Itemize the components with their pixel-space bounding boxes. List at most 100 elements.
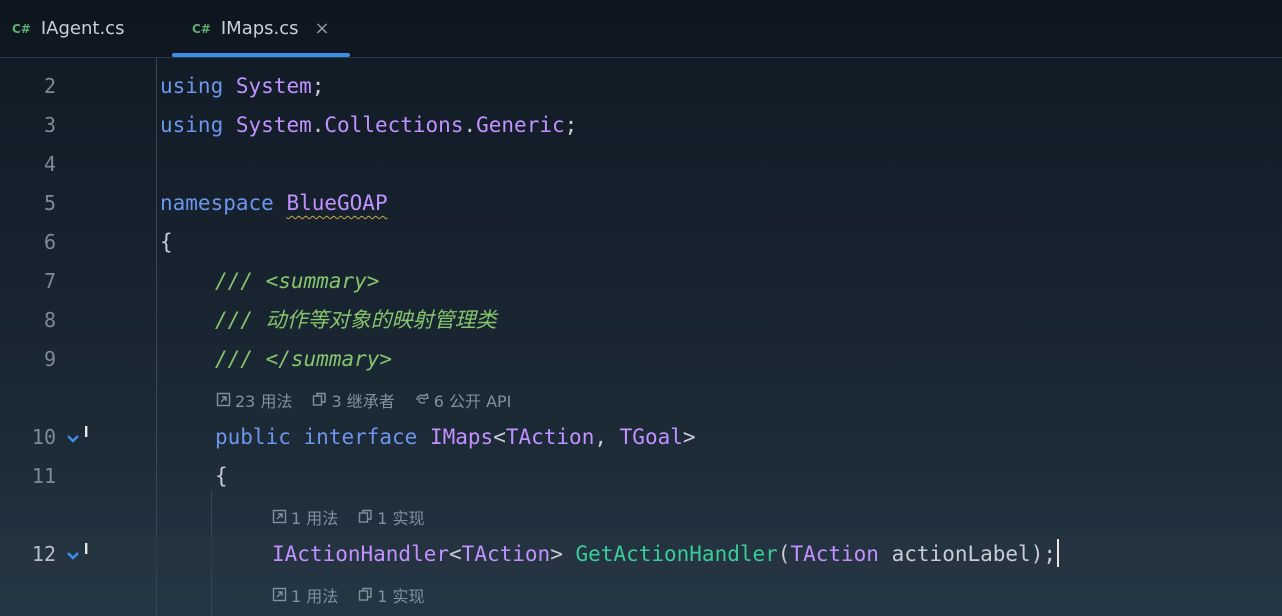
punctuation: ,	[594, 425, 620, 449]
implementations-hint[interactable]: 1 实现	[358, 583, 425, 607]
code-line[interactable]: 4	[0, 145, 1282, 184]
code-line[interactable]: 9 /// </summary>	[0, 340, 1282, 379]
punctuation: >	[682, 425, 696, 449]
implementations-icon	[358, 587, 373, 602]
namespace-name: Generic	[476, 113, 565, 137]
line-number: 6	[43, 230, 56, 254]
comment-slashes: ///	[215, 308, 253, 332]
code-line[interactable]: 10 public interface IMaps<TAction, TGoal…	[0, 418, 1282, 457]
tab-imaps[interactable]: C# IMaps.cs ×	[172, 0, 350, 57]
doc-tag: summary	[290, 347, 380, 371]
usages-hint[interactable]: 1 用法	[272, 583, 338, 607]
line-number: 9	[43, 347, 56, 371]
api-count: 6 公开 API	[433, 391, 512, 411]
usages-count: 1 用法	[291, 508, 339, 528]
namespace-name-warning[interactable]: BlueGOAP	[286, 191, 387, 215]
usages-icon	[272, 587, 287, 602]
comment-slashes: ///	[215, 347, 253, 371]
doc-tag: summary	[278, 269, 367, 293]
punctuation: <	[449, 542, 462, 566]
usages-count: 23 用法	[235, 391, 293, 411]
comment-slashes: ///	[215, 269, 253, 293]
line-number: 12	[31, 542, 56, 566]
code-line[interactable]: 8 /// 动作等对象的映射管理类	[0, 301, 1282, 340]
code-vision-hints: 23 用法 3 继承者 6 公开 API	[216, 380, 531, 419]
code-line[interactable]: 2 using System;	[0, 67, 1282, 106]
code-content: using System.Collections.Generic;	[160, 106, 577, 145]
code-editor[interactable]: 2 using System; 3 using System.Collectio…	[0, 58, 1282, 616]
keyword: using	[160, 113, 224, 137]
inheritors-count: 3 继承者	[331, 391, 395, 411]
punctuation: .	[311, 113, 325, 137]
tab-iagent[interactable]: C# IAgent.cs	[12, 0, 124, 57]
code-content: public interface IMaps<TAction, TGoal>	[215, 418, 696, 457]
namespace-name: System	[235, 74, 312, 98]
implemented-marker-icon[interactable]	[66, 426, 92, 448]
code-line[interactable]: 11 {	[0, 457, 1282, 496]
usages-hint[interactable]: 1 用法	[272, 505, 338, 529]
csharp-file-icon: C#	[192, 21, 211, 36]
api-icon	[415, 392, 430, 407]
implementations-hint[interactable]: 1 实现	[358, 505, 425, 529]
keyword: using	[160, 74, 224, 98]
usages-icon	[272, 509, 287, 524]
implementations-count: 1 实现	[377, 586, 425, 606]
inheritors-icon	[312, 392, 327, 407]
line-number: 5	[43, 191, 56, 215]
code-content: namespace BlueGOAP	[160, 184, 388, 223]
active-tab-indicator	[172, 53, 350, 57]
close-icon[interactable]: ×	[315, 18, 330, 39]
implemented-marker-icon[interactable]	[66, 543, 92, 565]
namespace-name: System	[235, 113, 312, 137]
tab-label: IMaps.cs	[220, 18, 299, 39]
punctuation: <	[493, 425, 506, 449]
usages-icon	[216, 392, 231, 407]
doc-comment: /// <summary>	[215, 262, 379, 301]
line-number: 2	[43, 74, 56, 98]
implementations-count: 1 实现	[377, 508, 425, 528]
implementations-icon	[358, 509, 373, 524]
punctuation: ;	[564, 113, 578, 137]
code-line[interactable]: 7 /// <summary>	[0, 262, 1282, 301]
brace: {	[215, 464, 228, 488]
line-number: 10	[31, 425, 56, 449]
line-number: 7	[43, 269, 56, 293]
punctuation: ;	[311, 74, 325, 98]
line-number: 8	[43, 308, 56, 332]
punctuation: >	[550, 542, 563, 566]
tab-bar: C# IAgent.cs C# IMaps.cs ×	[0, 0, 1282, 58]
code-line-current[interactable]: 12 IActionHandler<TAction> GetActionHand…	[0, 535, 1282, 574]
code-vision-hints: 1 用法 1 实现	[272, 575, 445, 614]
code-line[interactable]: 5 namespace BlueGOAP	[0, 184, 1282, 223]
parameter-name: actionLabel	[891, 542, 1031, 566]
type-parameter: TGoal	[619, 425, 683, 449]
line-number: 4	[43, 152, 56, 176]
line-number: 11	[31, 464, 56, 488]
code-line[interactable]: 3 using System.Collections.Generic;	[0, 106, 1282, 145]
comment-text: 动作等对象的映射管理类	[265, 308, 497, 332]
inheritors-hint[interactable]: 3 继承者	[312, 388, 395, 412]
doc-comment: /// 动作等对象的映射管理类	[215, 301, 497, 340]
keyword: public	[215, 425, 291, 449]
public-api-hint[interactable]: 6 公开 API	[415, 388, 512, 412]
method-name: GetActionHandler	[575, 542, 778, 566]
keyword: namespace	[160, 191, 274, 215]
tab-label: IAgent.cs	[40, 18, 125, 39]
interface-name: IMaps	[429, 425, 494, 449]
namespace-name: Collections	[324, 113, 464, 137]
punctuation: );	[1030, 542, 1056, 566]
usages-hint[interactable]: 23 用法	[216, 388, 292, 412]
code-content: using System;	[160, 67, 324, 106]
text-caret	[1057, 539, 1059, 567]
return-type: IActionHandler	[272, 542, 450, 566]
parameter-type: TAction	[790, 542, 879, 566]
type-parameter: TAction	[461, 542, 551, 566]
usages-count: 1 用法	[291, 586, 339, 606]
doc-tag-bracket: >	[379, 347, 393, 371]
code-content: IActionHandler<TAction> GetActionHandler…	[272, 535, 1059, 574]
doc-tag-bracket: <	[265, 269, 279, 293]
code-vision-hints: 1 用法 1 实现	[272, 497, 445, 536]
code-line[interactable]: 6 {	[0, 223, 1282, 262]
doc-comment: /// </summary>	[215, 340, 392, 379]
csharp-file-icon: C#	[12, 21, 31, 36]
